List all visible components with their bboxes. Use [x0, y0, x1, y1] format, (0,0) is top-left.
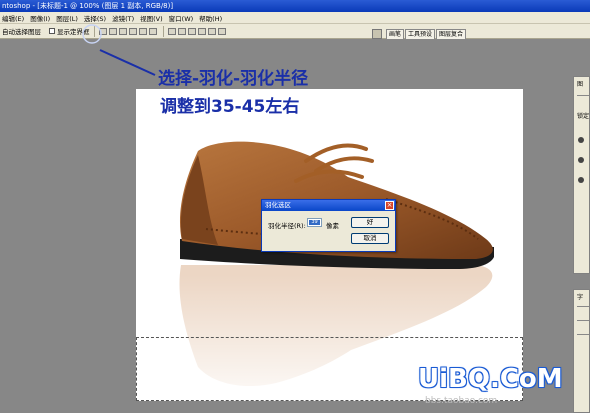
lock-label: 锁定 [577, 113, 590, 120]
annotation-hint: 调整到35-45左右 [160, 97, 300, 117]
eye-icon[interactable] [578, 137, 584, 143]
annotation-step: 选择-羽化-羽化半径 [158, 69, 309, 89]
watermark-logo: UiBQ.CoM [418, 364, 563, 394]
cancel-button[interactable]: 取消 [351, 233, 389, 244]
feather-unit-label: 像素 [326, 222, 339, 230]
dialog-title: 羽化选区 [265, 201, 291, 209]
eye-icon[interactable] [578, 157, 584, 163]
panel-divider [577, 320, 589, 321]
panel-divider [577, 306, 589, 307]
feather-selection-dialog: 羽化选区 × 羽化半径(R): 39 像素 好 取消 [261, 199, 396, 252]
dialog-titlebar[interactable]: 羽化选区 × [262, 200, 395, 211]
feather-radius-label: 羽化半径(R): [268, 222, 306, 230]
close-icon[interactable]: × [385, 201, 394, 210]
feather-radius-input[interactable]: 39 [307, 218, 322, 227]
watermark-url: bbs.taobao.com [425, 396, 498, 406]
feather-radius-value: 39 [309, 220, 320, 225]
layers-panel[interactable]: 图 锁定 [573, 76, 590, 274]
character-tab[interactable]: 字 [577, 292, 583, 301]
ok-button[interactable]: 好 [351, 217, 389, 228]
layers-tab[interactable]: 图 [577, 79, 583, 88]
panel-divider [577, 95, 589, 96]
eye-icon[interactable] [578, 177, 584, 183]
panel-divider [577, 334, 589, 335]
character-panel[interactable]: 字 [573, 289, 590, 413]
